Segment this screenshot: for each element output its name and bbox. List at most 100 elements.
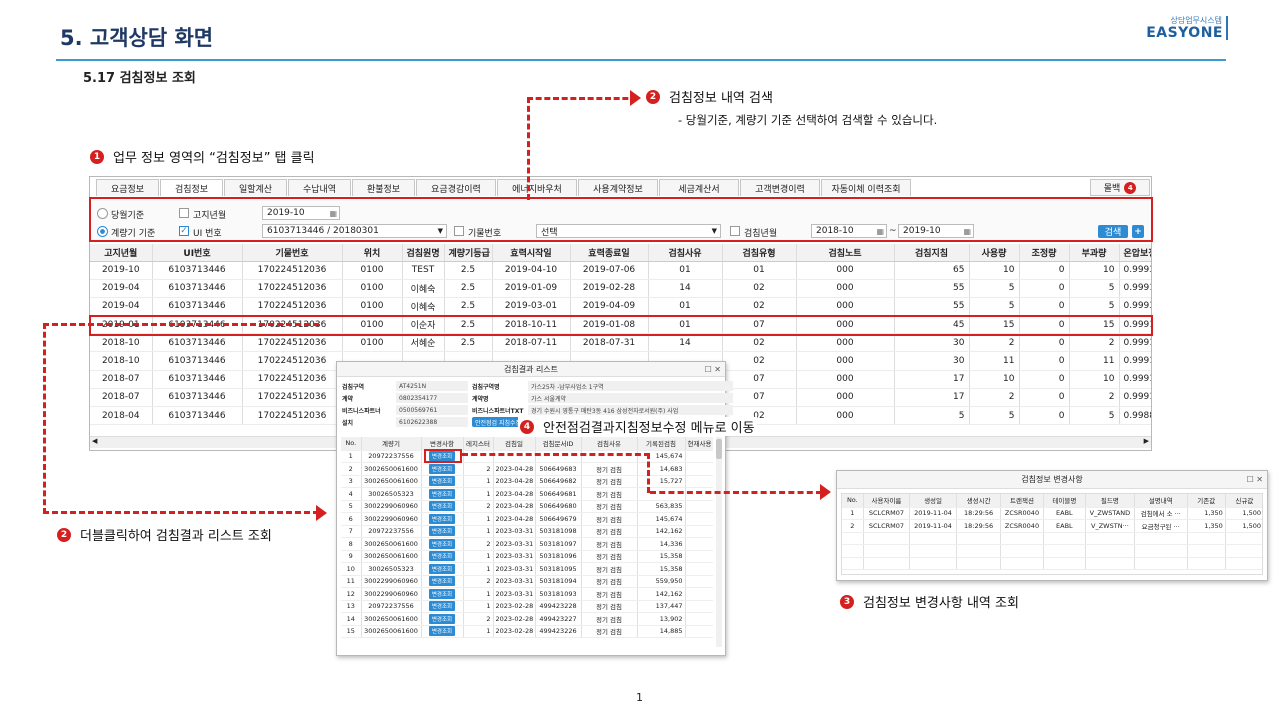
col-header[interactable]: 레지스터 [463,437,494,451]
table-cell: 12 [341,587,362,601]
table-row[interactable]: 13 20972237556 변경조회 1 2023-02-28 499423228 정기 … [341,600,713,613]
info-label: 계약명 [472,395,489,403]
col-header[interactable]: 효력종료일 [570,244,649,262]
view-change-button[interactable]: 변경조회 [428,526,456,537]
tab-daily-calc[interactable]: 일할계산 [224,179,287,196]
tab-auto-transfer-history[interactable]: 자동이체 이력조회 [821,179,911,196]
table-cell: 20972237556 [361,600,422,613]
tab-refund[interactable]: 환불정보 [352,179,415,196]
scroll-right-icon[interactable]: ▶ [1144,437,1149,445]
view-change-button[interactable]: 변경조회 [428,576,456,587]
col-header[interactable]: 검침노트 [796,244,895,262]
view-change-button[interactable]: 변경조회 [428,588,456,599]
col-header[interactable]: 검침유형 [722,244,797,262]
tab-discount-history[interactable]: 요금경감이력 [416,179,496,196]
col-header[interactable]: 검침사유 [648,244,723,262]
view-change-button[interactable]: 변경조회 [428,513,456,524]
col-header[interactable]: 효력시작일 [492,244,571,262]
table-row[interactable]: 7 20972237556 변경조회 1 2023-03-31 503181098 정기 검… [341,525,713,538]
col-header[interactable]: 검침문서ID [535,437,582,451]
table-row[interactable]: 8 3002650061600 변경조회 2 2023-03-31 503181097 정기… [341,537,713,551]
all-tabs-button[interactable]: 몰백 4 [1090,179,1150,196]
col-header[interactable]: 사용자이름 [863,494,911,508]
view-change-button[interactable]: 변경조회 [428,501,456,512]
col-header[interactable]: 검침지침 [894,244,970,262]
tab-payments[interactable]: 수납내역 [288,179,351,196]
table-row[interactable]: 10 30026505323 변경조회 1 2023-03-31 503181095 정기 … [341,562,713,576]
col-header[interactable]: 기물번호 [242,244,343,262]
table-row[interactable]: 2019-04 6103713446 170224512036 0100 이혜숙 2.5 2… [90,297,1151,317]
table-row[interactable]: 11 3002299060960 변경조회 2 2023-03-31 503181094 정… [341,575,713,588]
view-change-button[interactable]: 변경조회 [428,463,456,474]
col-header[interactable]: 온압보정계수 [1119,244,1151,262]
col-header[interactable]: 검침일 [493,437,536,451]
safety-check-edit-button[interactable]: 안전점검 지침수정 [472,417,524,427]
table-cell: 506649680 [535,500,582,513]
info-value: 가스25차 -남부사업소 1구역 [528,381,733,391]
table-cell [1043,557,1087,570]
col-header[interactable]: 검침사유 [581,437,638,451]
info-value: 6102622388 [396,417,468,427]
vertical-scrollbar[interactable] [716,437,722,647]
tab-meter-reading[interactable]: 검침정보 [160,179,223,196]
view-change-button[interactable]: 변경조회 [428,538,456,549]
table-cell: V_ZWSTN··· [1085,519,1135,533]
table-row[interactable]: 15 3002650061600 변경조회 1 2023-02-28 499423226 정… [341,625,713,638]
table-row[interactable]: 9 3002650061600 변경조회 1 2023-03-31 503181096 정기… [341,550,713,563]
col-header[interactable]: 생성시간 [956,494,1002,508]
col-header[interactable]: 설명내역 [1134,494,1188,508]
view-change-button[interactable]: 변경조회 [428,476,456,487]
col-header[interactable]: 필드명 [1085,494,1135,508]
table-row[interactable]: 1 SCLCRM07 2019-11-04 18:29:56 ZCSR0040 EABL V… [842,507,1262,520]
col-header[interactable]: No. [341,437,362,451]
col-header[interactable]: 현재사용 [685,437,713,451]
table-row[interactable]: 2019-10 6103713446 170224512036 0100 TEST 2.5… [90,261,1151,280]
table-cell: 17 [894,388,970,408]
table-cell [685,625,713,638]
table-row[interactable]: 2019-04 6103713446 170224512036 0100 이혜숙 2.5 2… [90,279,1151,298]
view-change-button[interactable]: 변경조회 [428,626,456,637]
view-change-button[interactable]: 변경조회 [428,601,456,612]
col-header[interactable]: 기존값 [1187,494,1226,508]
window-controls[interactable]: ☐ ✕ [705,362,721,377]
scrollbar-thumb[interactable] [716,439,722,459]
col-header[interactable]: 신규값 [1225,494,1262,508]
view-change-button[interactable]: 변경조회 [428,613,456,624]
table-cell: TEST [402,261,445,280]
view-change-button[interactable]: 변경조회 [428,563,456,574]
table-row[interactable]: 2 SCLCRM07 2019-11-04 18:29:56 ZCSR0040 EABL V… [842,519,1262,533]
tab-customer-change-history[interactable]: 고객변경이력 [740,179,820,196]
table-cell: 1 [463,587,494,601]
result-popup: 검침결과 리스트 ☐ ✕ 검침구역 AT4251N 검침구역명 가스25차 -남… [336,361,733,656]
col-header[interactable]: 계량기등급 [444,244,493,262]
table-cell: 변경조회 [421,475,464,488]
view-change-button[interactable]: 변경조회 [428,551,456,562]
tab-billing[interactable]: 요금정보 [96,179,159,196]
table-cell: 2023-02-28 [493,600,536,613]
col-header[interactable]: 기록된검침 [637,437,686,451]
col-header[interactable]: 조정량 [1019,244,1070,262]
col-header[interactable]: 검침원명 [402,244,445,262]
col-header[interactable]: 사용량 [969,244,1020,262]
col-header[interactable]: 트랜잭션 [1000,494,1044,508]
result-popup-title: 검침결과 리스트 [503,365,559,374]
col-header[interactable]: UI번호 [152,244,243,262]
window-controls[interactable]: ☐ ✕ [1247,471,1263,489]
col-header[interactable]: No. [842,494,864,508]
table-row[interactable]: 14 3002650061600 변경조회 2 2023-02-28 499423227 정… [341,612,713,626]
col-header[interactable]: 위치 [342,244,403,262]
col-header[interactable]: 고지년월 [90,244,153,262]
table-row[interactable]: 12 3002299060960 변경조회 1 2023-03-31 503181093 정… [341,587,713,601]
col-header[interactable]: 테이블명 [1043,494,1087,508]
table-cell: 2023-03-31 [493,550,536,563]
col-header[interactable]: 부과량 [1069,244,1120,262]
table-row[interactable]: 5 3002299060960 변경조회 2 2023-04-28 506649680 정기… [341,500,713,513]
col-header[interactable]: 계량기 [361,437,422,451]
table-cell: 55 [894,279,970,298]
view-change-button[interactable]: 변경조회 [428,488,456,499]
col-header[interactable]: 생성일 [909,494,957,508]
table-cell: 2018-07-31 [570,333,649,353]
table-cell: 이혜숙 [402,297,445,317]
tab-tax-invoice[interactable]: 세금계산서 [659,179,739,196]
table-row[interactable]: 6 3002299060960 변경조회 1 2023-04-28 506649679 정기… [341,512,713,526]
